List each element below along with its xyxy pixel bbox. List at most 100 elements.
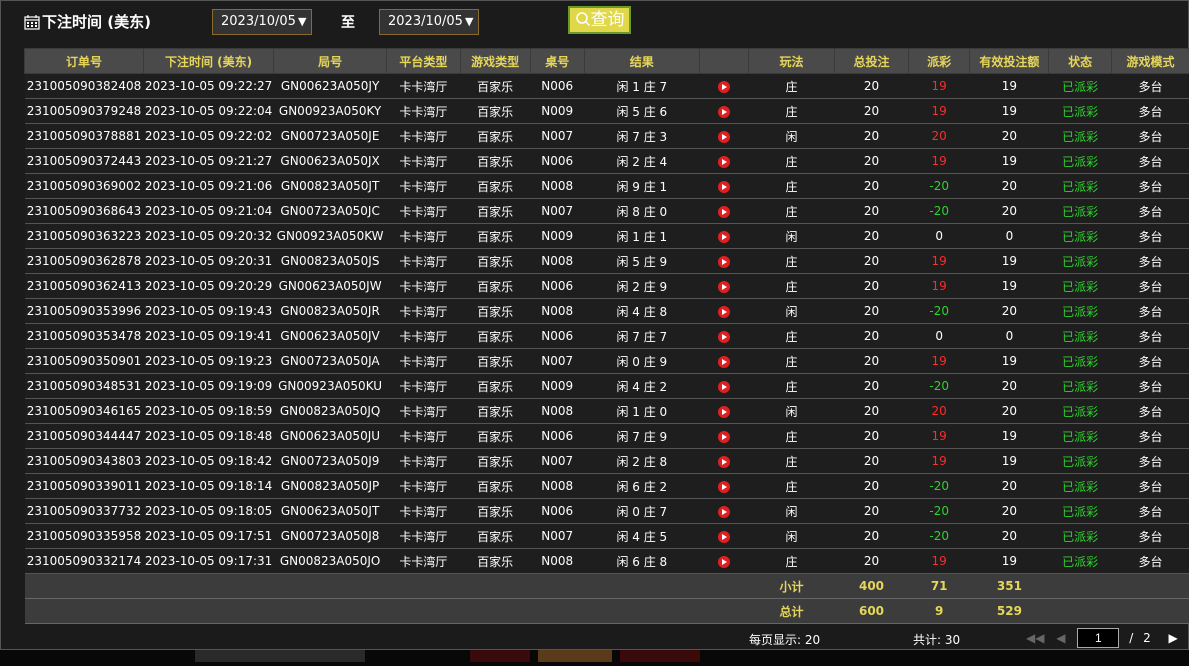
play-video-icon[interactable] [717,155,730,168]
platform-cell: 卡卡湾厅 [386,123,461,149]
round-id-cell: GN00723A050J8 [273,523,387,549]
column-header: 订单号 [24,48,144,74]
table-row: 231005090348531 2023-10-05 09:19:09 GN0092… [24,373,1189,399]
payout-cell: 20 [908,398,970,424]
result-cell: 闲 7 庄 3 [584,123,700,149]
platform-cell: 卡卡湾厅 [386,498,461,524]
replay-cell [699,498,749,524]
result-cell: 闲 2 庄 9 [584,273,700,299]
total-bet-cell: 20 [834,298,909,324]
play-video-icon[interactable] [717,180,730,193]
play-video-icon[interactable] [717,530,730,543]
status-cell: 已派彩 [1048,98,1112,124]
summary-cell [1111,573,1189,599]
play-video-icon[interactable] [717,405,730,418]
bet-type-cell: 闲 [748,523,835,549]
date-to-select[interactable]: 2023/10/05 ▼ [379,9,479,35]
game-mode-cell: 多台 [1111,98,1189,124]
game-mode-cell: 多台 [1111,148,1189,174]
status-cell: 已派彩 [1048,198,1112,224]
round-id-cell: GN00623A050JV [273,323,387,349]
payout-cell: 0 [908,223,970,249]
date-to-value: 2023/10/05 [388,14,463,29]
page-number-input[interactable] [1077,628,1120,648]
bet-time-cell: 2023-10-05 09:18:05 [143,498,274,524]
play-video-icon[interactable] [717,255,730,268]
bottom-field-4 [620,650,700,662]
play-video-icon[interactable] [717,330,730,343]
summary-cell [386,598,461,624]
play-video-icon[interactable] [717,505,730,518]
replay-cell [699,348,749,374]
replay-cell [699,523,749,549]
bet-type-cell: 闲 [748,223,835,249]
game-type-cell: 百家乐 [460,448,531,474]
bet-type-cell: 庄 [748,323,835,349]
play-video-icon[interactable] [717,205,730,218]
game-mode-cell: 多台 [1111,123,1189,149]
prev-page-icon[interactable]: ◀ [1056,631,1065,645]
play-video-icon[interactable] [717,355,730,368]
table-no-cell: N006 [530,423,585,449]
bet-time-cell: 2023-10-05 09:19:23 [143,348,274,374]
result-cell: 闲 5 庄 9 [584,248,700,274]
bet-type-cell: 庄 [748,73,835,99]
play-video-icon[interactable] [717,480,730,493]
game-mode-cell: 多台 [1111,298,1189,324]
order-id-cell: 231005090362413 [24,273,144,299]
bet-time-cell: 2023-10-05 09:19:41 [143,323,274,349]
play-video-icon[interactable] [717,280,730,293]
per-page-label: 每页显示: 20 [749,633,821,647]
column-header: 桌号 [529,48,585,74]
order-id-cell: 231005090363223 [24,223,144,249]
bet-time-cell: 2023-10-05 09:20:29 [143,273,274,299]
table-row: 231005090368643 2023-10-05 09:21:04 GN0072… [24,198,1189,224]
status-cell: 已派彩 [1048,298,1112,324]
summary-cell [1048,573,1112,599]
game-type-cell: 百家乐 [460,348,531,374]
payout-cell: 19 [908,98,970,124]
play-video-icon[interactable] [717,105,730,118]
table-row: 231005090337732 2023-10-05 09:18:05 GN0062… [24,498,1189,524]
status-cell: 已派彩 [1048,73,1112,99]
play-video-icon[interactable] [717,305,730,318]
status-cell: 已派彩 [1048,423,1112,449]
game-mode-cell: 多台 [1111,198,1189,224]
table-row: 231005090343803 2023-10-05 09:18:42 GN0072… [24,448,1189,474]
play-video-icon[interactable] [717,230,730,243]
bet-records-table: 订单号 下注时间 (美东) 局号 平台类型 游戏类型 桌号 结果 玩法 总投注 派彩 有效投注额 状态… [24,48,1189,624]
play-video-icon[interactable] [717,80,730,93]
order-id-cell: 231005090362878 [24,248,144,274]
round-id-cell: GN00623A050JY [273,73,387,99]
replay-cell [699,223,749,249]
play-video-icon[interactable] [717,430,730,443]
query-button[interactable]: 查询 [568,6,631,34]
bet-time-cell: 2023-10-05 09:17:31 [143,548,274,574]
play-video-icon[interactable] [717,380,730,393]
replay-cell [699,173,749,199]
table-no-cell: N007 [530,348,585,374]
first-page-icon[interactable]: ◀◀ [1026,631,1044,645]
status-cell: 已派彩 [1048,348,1112,374]
valid-bet-cell: 19 [969,423,1049,449]
game-mode-cell: 多台 [1111,548,1189,574]
bet-time-cell: 2023-10-05 09:21:06 [143,173,274,199]
date-from-select[interactable]: 2023/10/05 ▼ [212,9,312,35]
payout-cell: 19 [908,423,970,449]
round-id-cell: GN00823A050JP [273,473,387,499]
table-row: 231005090382408 2023-10-05 09:22:27 GN0062… [24,73,1189,99]
play-video-icon[interactable] [717,455,730,468]
valid-bet-cell: 19 [969,273,1049,299]
valid-bet-cell: 19 [969,148,1049,174]
valid-bet-cell: 19 [969,98,1049,124]
replay-cell [699,273,749,299]
summary-cell [1048,598,1112,624]
play-video-icon[interactable] [717,555,730,568]
next-page-icon[interactable]: ▶ [1169,631,1178,645]
table-row: 231005090346165 2023-10-05 09:18:59 GN0082… [24,398,1189,424]
summary-cell [530,573,585,599]
round-id-cell: GN00723A050JA [273,348,387,374]
play-video-icon[interactable] [717,130,730,143]
payout-cell: 19 [908,548,970,574]
subtotal-row-payout: 71 [908,573,970,599]
